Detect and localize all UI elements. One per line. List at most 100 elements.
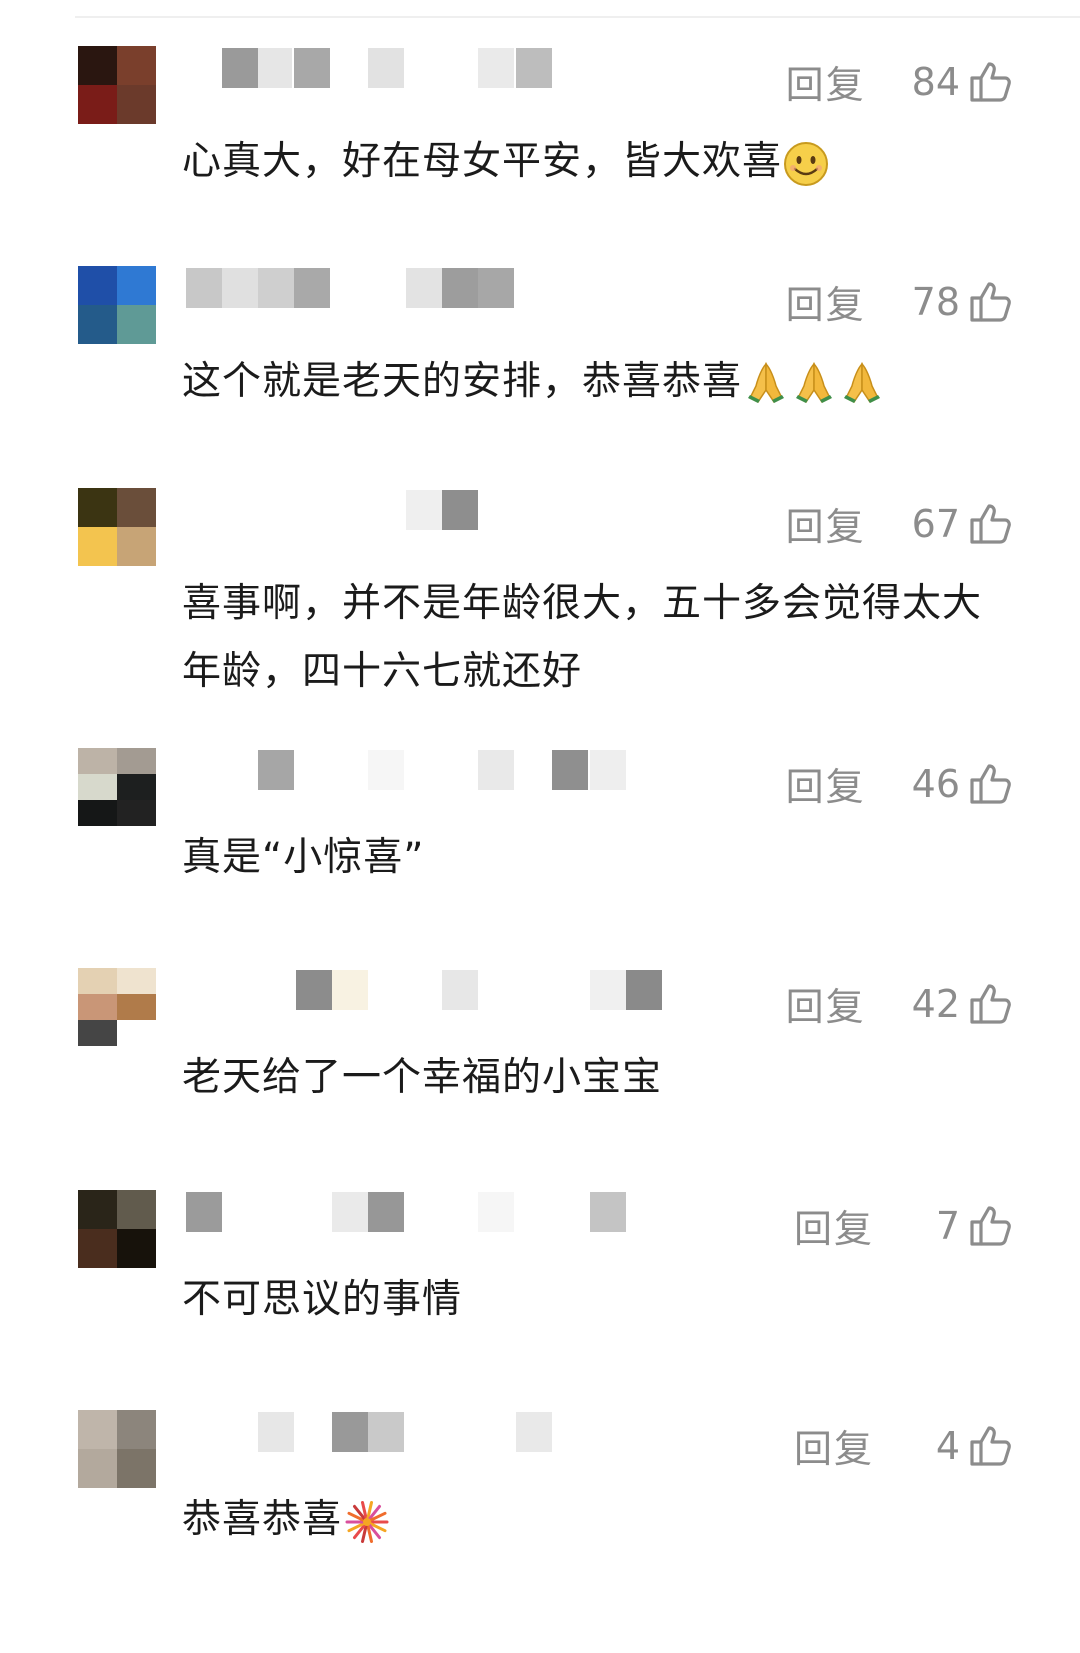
thumbs-up-icon[interactable]	[968, 982, 1014, 1026]
avatar-tile	[78, 800, 117, 826]
avatar-tile	[78, 748, 117, 774]
username-blurred[interactable]	[182, 490, 742, 530]
username-blurred[interactable]	[182, 750, 742, 790]
avatar-tile	[117, 994, 156, 1020]
blur-block	[332, 970, 368, 1010]
blur-block	[442, 490, 478, 530]
comment-actions: 回复 4	[794, 1418, 1014, 1473]
blur-block	[406, 268, 442, 308]
avatar-tile	[78, 266, 117, 305]
blur-block	[222, 48, 258, 88]
blur-block	[258, 268, 294, 308]
avatar-tile	[78, 1449, 117, 1488]
blur-block	[294, 48, 330, 88]
reply-button[interactable]: 回复	[786, 274, 866, 329]
avatar-tile	[117, 527, 156, 566]
pray-emoji	[844, 361, 881, 403]
reply-button[interactable]: 回复	[786, 976, 866, 1031]
avatar-tile	[117, 85, 156, 124]
blur-block	[368, 48, 404, 88]
avatar[interactable]	[78, 1190, 156, 1268]
avatar-tile	[117, 748, 156, 774]
avatar-tile	[78, 968, 117, 994]
comment-list: 回复 84 心真大，好在母女平安，皆大欢喜 回复 78 这个就是老天的安排，恭喜恭喜 回复 6…	[0, 0, 1080, 1653]
like-count: 46	[911, 761, 960, 806]
avatar-tile	[78, 1190, 117, 1229]
blur-block	[296, 970, 332, 1010]
thumbs-up-icon[interactable]	[968, 280, 1014, 324]
comment-actions: 回复 46	[786, 756, 1014, 811]
blur-block	[516, 48, 552, 88]
comment-text-content: 真是“小惊喜”	[182, 835, 425, 880]
avatar[interactable]	[78, 46, 156, 124]
like-count: 42	[911, 981, 960, 1026]
avatar[interactable]	[78, 1410, 156, 1488]
blur-block	[590, 1192, 626, 1232]
avatar-tile	[117, 1410, 156, 1449]
thumbs-up-icon[interactable]	[968, 1424, 1014, 1468]
reply-button[interactable]: 回复	[794, 1198, 874, 1253]
blur-block	[186, 268, 222, 308]
avatar-tile	[117, 1229, 156, 1268]
comment-text: 不可思议的事情	[182, 1266, 1002, 1334]
thumbs-up-icon[interactable]	[968, 762, 1014, 806]
comment-text-content: 恭喜恭喜	[182, 1497, 343, 1542]
blur-block	[442, 970, 478, 1010]
reply-button[interactable]: 回复	[786, 756, 866, 811]
blur-block	[368, 750, 404, 790]
username-blurred[interactable]	[182, 970, 742, 1010]
comment-actions: 回复 84	[786, 54, 1014, 109]
thumbs-up-icon[interactable]	[968, 60, 1014, 104]
thumbs-up-icon[interactable]	[968, 1204, 1014, 1248]
blur-block	[368, 1192, 404, 1232]
blur-block	[478, 1192, 514, 1232]
comment-text: 恭喜恭喜	[182, 1486, 1002, 1554]
avatar-tile	[117, 1190, 156, 1229]
comment-text: 老天给了一个幸福的小宝宝	[182, 1044, 1002, 1112]
username-blurred[interactable]	[182, 1192, 742, 1232]
thumbs-up-icon[interactable]	[968, 502, 1014, 546]
avatar-tile	[78, 305, 117, 344]
blur-block	[186, 1192, 222, 1232]
comment-text-content: 这个就是老天的安排，恭喜恭喜	[182, 359, 743, 404]
avatar-tile	[78, 85, 117, 124]
avatar-tile	[78, 994, 117, 1020]
comment-text-content: 不可思议的事情	[182, 1277, 463, 1322]
blur-block	[258, 750, 294, 790]
blur-block	[332, 1412, 368, 1452]
like-count: 78	[911, 279, 960, 324]
blur-block	[294, 268, 330, 308]
reply-button[interactable]: 回复	[794, 1418, 874, 1473]
avatar-tile	[117, 305, 156, 344]
avatar[interactable]	[78, 488, 156, 566]
username-blurred[interactable]	[182, 268, 742, 308]
avatar-tile	[78, 488, 117, 527]
avatar-tile	[78, 774, 117, 800]
avatar-tile	[117, 46, 156, 85]
blur-block	[222, 268, 258, 308]
avatar-tile	[117, 1449, 156, 1488]
reply-button[interactable]: 回复	[786, 54, 866, 109]
blur-block	[442, 268, 478, 308]
comment-text: 喜事啊，并不是年龄很大，五十多会觉得太大年龄，四十六七就还好	[182, 570, 1002, 706]
comment-text-content: 心真大，好在母女平安，皆大欢喜	[182, 139, 783, 184]
blur-block	[258, 48, 292, 88]
avatar[interactable]	[78, 266, 156, 344]
comment-actions: 回复 67	[786, 496, 1014, 551]
username-blurred[interactable]	[182, 48, 742, 88]
username-blurred[interactable]	[182, 1412, 742, 1452]
blur-block	[258, 1412, 294, 1452]
avatar-tile	[78, 1410, 117, 1449]
avatar-tile	[78, 1020, 117, 1046]
blur-block	[332, 1192, 368, 1232]
avatar-tile	[78, 1229, 117, 1268]
avatar[interactable]	[78, 748, 156, 826]
reply-button[interactable]: 回复	[786, 496, 866, 551]
avatar[interactable]	[78, 968, 156, 1046]
comment-actions: 回复 42	[786, 976, 1014, 1031]
pray-emoji	[748, 361, 785, 403]
comment-text-content: 老天给了一个幸福的小宝宝	[182, 1055, 663, 1100]
blur-block	[478, 48, 514, 88]
comment-actions: 回复 7	[794, 1198, 1014, 1253]
blur-block	[552, 750, 588, 790]
